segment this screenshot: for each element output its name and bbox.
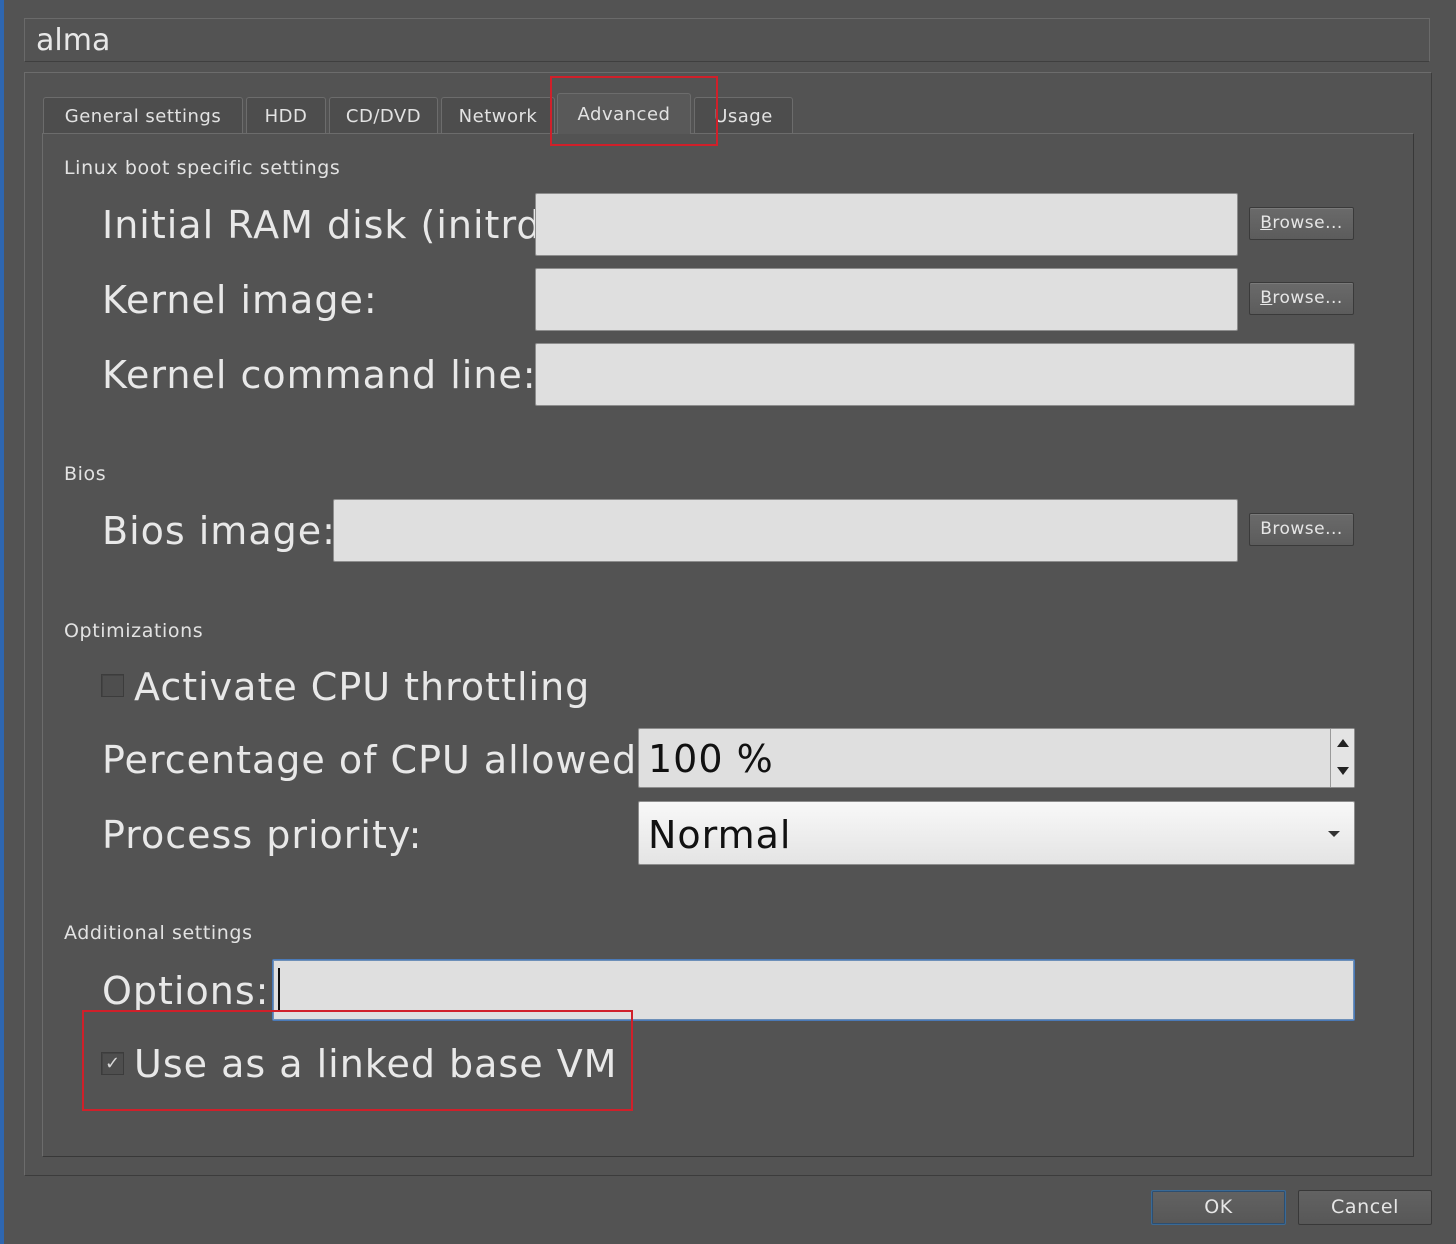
cpu-percent-spinbox[interactable]: 100 % [638, 728, 1355, 788]
ok-button[interactable]: OK [1151, 1190, 1286, 1225]
kernel-cmdline-label: Kernel command line: [102, 353, 537, 397]
chevron-down-icon [1328, 831, 1340, 837]
bios-image-input[interactable] [333, 499, 1238, 562]
cpu-percent-label: Percentage of CPU allowed: [102, 738, 651, 782]
initrd-label: Initial RAM disk (initrd): [102, 203, 572, 247]
process-priority-value: Normal [648, 813, 792, 857]
cpu-throttling-label[interactable]: Activate CPU throttling [134, 665, 590, 709]
text-caret [278, 968, 280, 1012]
cancel-button[interactable]: Cancel [1298, 1190, 1432, 1225]
spin-arrows [1330, 729, 1354, 787]
browse-label: rowse... [1272, 213, 1343, 233]
tab-network[interactable]: Network [441, 97, 555, 134]
linux-boot-section-title: Linux boot specific settings [64, 157, 341, 179]
kernel-image-input[interactable] [535, 268, 1238, 331]
linked-base-vm-highlight [82, 1010, 633, 1111]
initrd-browse-button[interactable]: Browse... [1249, 207, 1354, 240]
tab-hdd[interactable]: HDD [246, 97, 326, 134]
browse-label: rowse... [1272, 288, 1343, 308]
vm-name-field[interactable]: alma [24, 18, 1430, 62]
spin-up-icon[interactable] [1337, 739, 1349, 747]
optimizations-section-title: Optimizations [64, 620, 204, 642]
kernel-image-label: Kernel image: [102, 278, 378, 322]
kernel-image-browse-button[interactable]: Browse... [1249, 282, 1354, 315]
browse-mnemonic: B [1260, 288, 1273, 308]
bios-section-title: Bios [64, 463, 107, 485]
tab-general-settings[interactable]: General settings [43, 97, 243, 134]
kernel-cmdline-input[interactable] [535, 343, 1355, 406]
cpu-throttling-checkbox[interactable] [101, 674, 124, 697]
window-edge [0, 0, 4, 1244]
spin-down-icon[interactable] [1337, 767, 1349, 775]
options-label: Options: [102, 969, 270, 1013]
advanced-tab-highlight [550, 76, 718, 146]
browse-mnemonic: B [1260, 213, 1273, 233]
initrd-input[interactable] [535, 193, 1238, 256]
additional-section-title: Additional settings [64, 922, 253, 944]
tab-cd-dvd[interactable]: CD/DVD [329, 97, 438, 134]
cpu-percent-value: 100 % [648, 737, 774, 781]
process-priority-label: Process priority: [102, 813, 423, 857]
process-priority-select[interactable]: Normal [638, 801, 1355, 865]
bios-browse-button[interactable]: Browse... [1249, 513, 1354, 546]
bios-image-label: Bios image: [102, 509, 336, 553]
vm-settings-dialog: alma General settings HDD CD/DVD Network… [0, 0, 1456, 1244]
